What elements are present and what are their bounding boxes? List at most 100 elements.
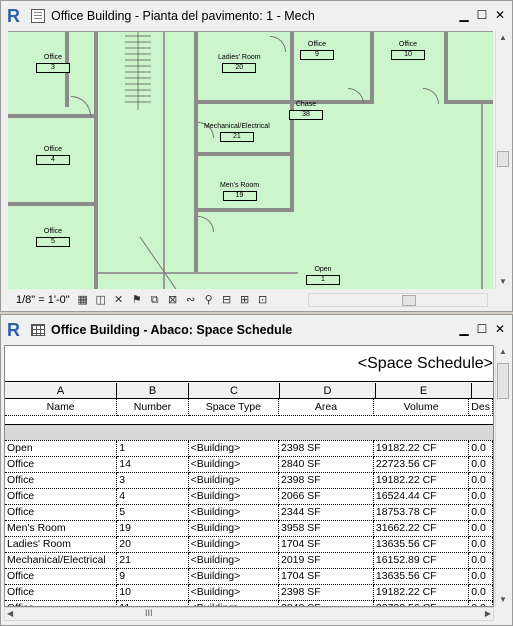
column-letter-c[interactable]: C (189, 383, 280, 398)
header-number[interactable]: Number (116, 399, 189, 416)
cell-name[interactable]: Mechanical/Electrical (5, 552, 118, 569)
cell-name[interactable]: Office (5, 584, 118, 601)
cell-name[interactable]: Men's Room (5, 520, 118, 537)
cell-description[interactable]: 0.0 (468, 472, 493, 489)
header-volume[interactable]: Volume (373, 399, 470, 416)
cell-name[interactable]: Office (5, 600, 118, 606)
cell-volume[interactable]: 19182.22 CF (373, 584, 470, 601)
view-scale[interactable]: 1/8" = 1'-0" (16, 294, 70, 306)
schedule-vertical-scrollbar[interactable]: ▲ ▼ (495, 345, 510, 607)
cell-area[interactable]: 2066 SF (278, 488, 374, 505)
reveal-hidden-icon[interactable]: ⚲ (202, 293, 216, 307)
shadows-icon[interactable]: ⚑ (130, 293, 144, 307)
cell-space-type[interactable]: <Building> (188, 456, 280, 473)
detail-level-icon[interactable]: ▦ (76, 293, 90, 307)
cell-description[interactable]: 0.0 (468, 504, 493, 521)
cell-space-type[interactable]: <Building> (188, 568, 280, 585)
table-row[interactable]: Office11<Building>2840 SF22723.56 CF0.0 (5, 600, 493, 606)
schedule-grid[interactable]: <Space Schedule> A B C D E Name Number S… (4, 345, 494, 607)
cell-description[interactable]: 0.0 (468, 440, 493, 457)
room-tag[interactable]: Office 4 (36, 146, 70, 165)
cell-area[interactable]: 2344 SF (278, 504, 374, 521)
cell-space-type[interactable]: <Building> (188, 536, 280, 553)
cell-area[interactable]: 2398 SF (278, 584, 374, 601)
schedule-titlebar[interactable]: R Office Building - Abaco: Space Schedul… (1, 315, 512, 345)
room-tag[interactable]: Ladies' Room 20 (218, 54, 261, 73)
show-crop-icon[interactable]: ⊠ (166, 293, 180, 307)
cell-number[interactable]: 9 (116, 568, 189, 585)
cell-number[interactable]: 4 (116, 488, 189, 505)
cell-name[interactable]: Office (5, 472, 118, 489)
table-row[interactable]: Men's Room 19 <Building> 3958 SF 31662.22 CF… (5, 520, 493, 537)
table-row[interactable]: Office 14 <Building> 2840 SF 22723.56 CF 0.0 (5, 456, 493, 473)
table-row[interactable]: Office 9 <Building> 1704 SF 13635.56 CF 0.0 (5, 568, 493, 585)
cell-name[interactable]: Open (5, 440, 118, 457)
cell-volume[interactable]: 18753.78 CF (373, 504, 470, 521)
column-letter-f[interactable] (472, 383, 493, 398)
header-area[interactable]: Area (278, 399, 374, 416)
room-tag[interactable]: Men's Room 19 (220, 182, 259, 201)
header-name[interactable]: Name (5, 399, 118, 416)
scroll-thumb[interactable] (497, 363, 509, 399)
cell-volume[interactable]: 19182.22 CF (373, 440, 470, 457)
plan-horizontal-scrollbar[interactable] (308, 293, 488, 307)
cell-number[interactable]: 3 (116, 472, 189, 489)
cell-volume[interactable]: 13635.56 CF (373, 568, 470, 585)
scroll-left-icon[interactable]: ◀ (7, 609, 13, 618)
column-letter-a[interactable]: A (5, 383, 117, 398)
cell-name[interactable]: Office (5, 568, 118, 585)
cell-space-type[interactable]: <Building> (188, 520, 280, 537)
cell-area[interactable]: 1704 SF (278, 568, 374, 585)
analytical-model-icon[interactable]: ⊡ (256, 293, 270, 307)
room-tag[interactable]: Open 1 (306, 266, 340, 285)
scroll-thumb[interactable] (402, 295, 416, 306)
column-letter-e[interactable]: E (376, 383, 472, 398)
cell-volume[interactable]: 16524.44 CF (373, 488, 470, 505)
cell-description[interactable]: 0.0 (468, 600, 493, 606)
cell-area[interactable]: 1704 SF (278, 536, 374, 553)
cell-space-type[interactable]: <Building> (188, 440, 280, 457)
crop-view-icon[interactable]: ⧉ (148, 293, 162, 307)
cell-area[interactable]: 2840 SF (278, 456, 374, 473)
room-tag[interactable]: Office 9 (300, 41, 334, 60)
cell-description[interactable]: 0.0 (468, 552, 493, 569)
floor-plan-titlebar[interactable]: R Office Building - Pianta del pavimento… (1, 1, 512, 31)
cell-volume[interactable]: 19182.22 CF (373, 472, 470, 489)
temporary-hide-icon[interactable]: ∾ (184, 293, 198, 307)
column-letter-b[interactable]: B (117, 383, 189, 398)
cell-description[interactable]: 0.0 (468, 584, 493, 601)
scroll-up-icon[interactable]: ▲ (496, 31, 510, 45)
cell-area[interactable]: 2398 SF (278, 472, 374, 489)
cell-name[interactable]: Ladies' Room (5, 536, 118, 553)
restore-icon[interactable]: ☐ (476, 323, 488, 335)
room-tag[interactable]: Office 10 (391, 41, 425, 60)
sun-path-icon[interactable]: ✕ (112, 293, 126, 307)
table-row[interactable]: Office 3 <Building> 2398 SF 19182.22 CF 0.0 (5, 472, 493, 489)
plan-vertical-scrollbar[interactable]: ▲ ▼ (495, 31, 509, 289)
schedule-horizontal-scrollbar[interactable]: ◀ III ▶ (4, 607, 494, 621)
scroll-up-icon[interactable]: ▲ (496, 345, 510, 359)
room-tag[interactable]: Chase 38 (289, 101, 323, 120)
cell-description[interactable]: 0.0 (468, 488, 493, 505)
cell-space-type[interactable]: <Building> (188, 552, 280, 569)
cell-name[interactable]: Office (5, 456, 118, 473)
cell-number[interactable]: 21 (116, 552, 189, 569)
table-row[interactable]: Ladies' Room 20 <Building> 1704 SF 13635.56 … (5, 536, 493, 553)
cell-description[interactable]: 0.0 (468, 456, 493, 473)
table-row[interactable]: Office 4 <Building> 2066 SF 16524.44 CF 0.0 (5, 488, 493, 505)
worksharing-icon[interactable]: ⊞ (238, 293, 252, 307)
scroll-down-icon[interactable]: ▼ (496, 275, 510, 289)
scroll-down-icon[interactable]: ▼ (496, 593, 510, 607)
cell-description[interactable]: 0.0 (468, 536, 493, 553)
restore-icon[interactable]: ☐ (476, 9, 488, 21)
cell-volume[interactable]: 31662.22 CF (373, 520, 470, 537)
cell-area[interactable]: 3958 SF (278, 520, 374, 537)
cell-name[interactable]: Office (5, 488, 118, 505)
minimize-icon[interactable]: ▁ (458, 9, 470, 21)
cell-area[interactable]: 2019 SF (278, 552, 374, 569)
cell-description[interactable]: 0.0 (468, 520, 493, 537)
table-row[interactable]: Mechanical/Electrical 21 <Building> 2019 SF… (5, 552, 493, 569)
room-tag[interactable]: Office 3 (36, 54, 70, 73)
cell-number[interactable]: 14 (116, 456, 189, 473)
header-description[interactable]: Des (468, 399, 493, 416)
